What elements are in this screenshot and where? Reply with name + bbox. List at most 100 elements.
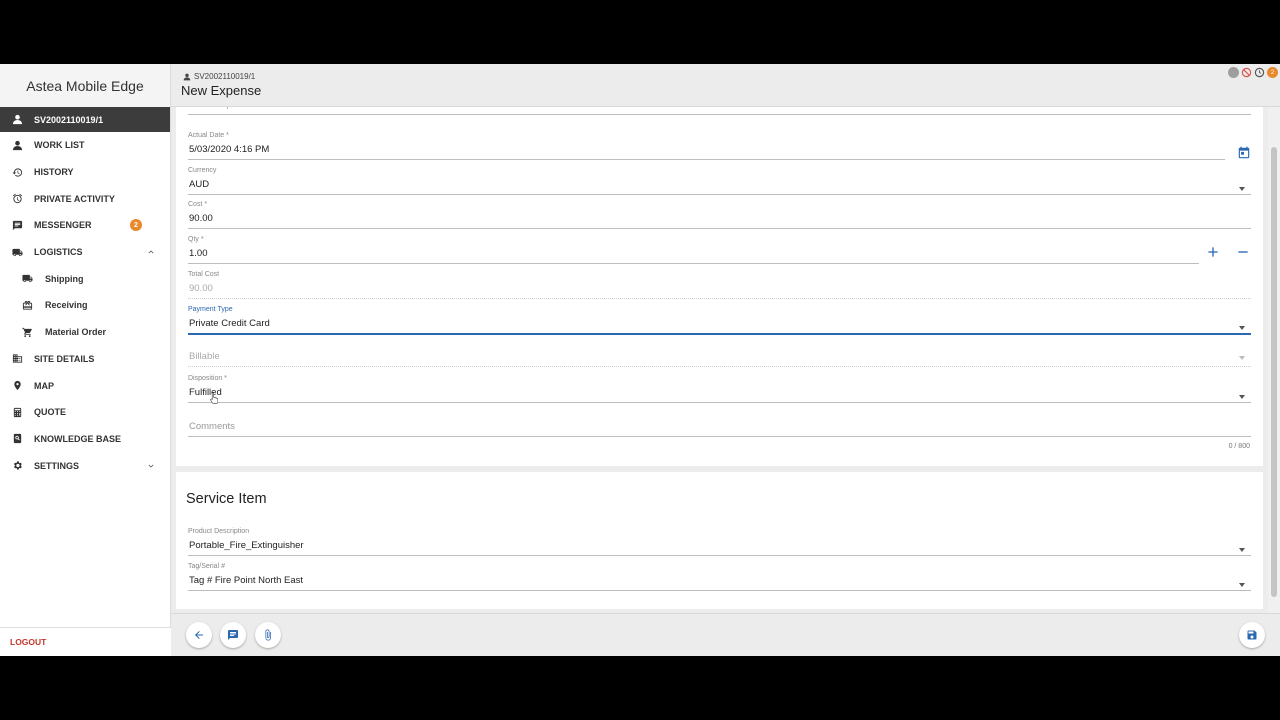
currency-select[interactable]: AUD — [188, 179, 1251, 195]
actual-date-input[interactable]: 5/03/2020 4:16 PM — [188, 144, 1225, 160]
brand-title: Astea Mobile Edge — [0, 64, 170, 107]
product-description-select[interactable]: Portable_Fire_Extinguisher — [188, 540, 1251, 556]
dropdown-caret-icon — [1239, 395, 1245, 399]
sidebar-item-private-activity[interactable]: PRIVATE ACTIVITY — [0, 185, 170, 212]
sidebar-item-current-job[interactable]: SV2002110019/1 — [0, 107, 170, 132]
sidebar-item-label: MAP — [34, 380, 54, 391]
dropdown-caret-icon — [1239, 356, 1245, 360]
expense-type-field[interactable]: Other Expenses — [188, 107, 1251, 115]
mouse-cursor-icon — [210, 392, 218, 404]
sidebar-item-messenger[interactable]: MESSENGER 2 — [0, 212, 170, 239]
service-item-card: Service Item Product Description Portabl… — [176, 472, 1263, 609]
sidebar-item-label: KNOWLEDGE BASE — [34, 433, 122, 444]
dropdown-caret-icon — [1239, 187, 1245, 191]
sidebar: Astea Mobile Edge SV2002110019/1 WORK LI… — [0, 64, 171, 656]
sidebar-item-label: SETTINGS — [34, 460, 80, 471]
messenger-badge: 2 — [130, 219, 142, 232]
sidebar-item-material-order[interactable]: Material Order — [0, 319, 170, 346]
sidebar-item-logistics[interactable]: LOGISTICS — [0, 239, 170, 266]
qty-decrement-button[interactable] — [1233, 242, 1253, 262]
sidebar-item-label: HISTORY — [34, 167, 74, 178]
dropdown-caret-icon — [1239, 326, 1245, 330]
sidebar-item-label: SV2002110019/1 — [34, 114, 104, 125]
section-title: Service Item — [186, 491, 267, 507]
receive-icon — [21, 299, 33, 311]
tag-serial-select[interactable]: Tag # Fire Point North East — [188, 575, 1251, 591]
cost-input[interactable]: 90.00 — [188, 213, 1251, 229]
truck-icon — [21, 273, 33, 285]
sidebar-item-label: Receiving — [45, 300, 88, 311]
expense-card: Other Expenses Actual Date * 5/03/2020 4… — [176, 107, 1263, 466]
currency-label: Currency — [188, 167, 217, 174]
sidebar-item-shipping[interactable]: Shipping — [0, 265, 170, 292]
person-icon — [11, 139, 23, 151]
scrollbar-thumb[interactable] — [1271, 147, 1277, 597]
disposition-select[interactable]: Fulfilled — [188, 387, 1251, 403]
truck-icon — [11, 246, 23, 258]
book-search-icon — [11, 433, 23, 445]
total-cost-value: 90.00 — [188, 283, 1251, 299]
disposition-field[interactable]: Disposition * Fulfilled — [188, 375, 1251, 403]
actual-date-label: Actual Date * — [188, 132, 229, 139]
arrow-back-icon — [195, 631, 203, 639]
qty-field[interactable]: Qty * 1.00 — [188, 236, 1251, 264]
tag-serial-field[interactable]: Tag/Serial # Tag # Fire Point North East — [188, 563, 1251, 591]
building-icon — [11, 353, 23, 365]
paperclip-icon — [265, 629, 271, 641]
clock-icon[interactable] — [1254, 67, 1265, 78]
app-window: Astea Mobile Edge SV2002110019/1 WORK LI… — [0, 64, 1280, 656]
sidebar-item-history[interactable]: HISTORY — [0, 159, 170, 186]
sidebar-item-label: PRIVATE ACTIVITY — [34, 193, 115, 204]
sidebar-item-label: Shipping — [45, 273, 84, 284]
message-icon — [11, 219, 23, 231]
dropdown-caret-icon — [1239, 583, 1245, 587]
qty-input[interactable]: 1.00 — [188, 248, 1199, 264]
product-description-field[interactable]: Product Description Portable_Fire_Exting… — [188, 528, 1251, 556]
total-cost-field: Total Cost 90.00 — [188, 271, 1251, 299]
billable-field[interactable]: Billable — [188, 351, 1251, 367]
logout-button[interactable]: LOGOUT — [0, 627, 171, 656]
sidebar-item-map[interactable]: MAP — [0, 372, 170, 399]
connection-status-icon[interactable] — [1228, 67, 1239, 78]
calendar-icon[interactable] — [1237, 146, 1251, 160]
actual-date-field[interactable]: Actual Date * 5/03/2020 4:16 PM — [188, 132, 1251, 160]
person-icon — [11, 114, 23, 126]
cost-field[interactable]: Cost * 90.00 — [188, 201, 1251, 229]
chevron-up-icon[interactable] — [146, 247, 156, 257]
sidebar-item-settings[interactable]: SETTINGS — [0, 452, 170, 479]
billable-select[interactable]: Billable — [188, 351, 1251, 367]
page-title: New Expense — [181, 83, 262, 98]
sidebar-item-quote[interactable]: QUOTE — [0, 399, 170, 426]
person-icon — [183, 73, 191, 80]
page-header: SV2002110019/1 New Expense 2 — [171, 64, 1280, 107]
notification-badge[interactable]: 2 — [1267, 67, 1278, 78]
vertical-scrollbar[interactable] — [1268, 107, 1280, 613]
sidebar-item-work-list[interactable]: WORK LIST — [0, 132, 170, 159]
history-icon — [11, 166, 23, 178]
payment-type-field[interactable]: Payment Type Private Credit Card — [188, 306, 1251, 335]
sidebar-item-receiving[interactable]: Receiving — [0, 292, 170, 319]
expense-type-value[interactable]: Other Expenses — [188, 107, 1251, 115]
chevron-down-icon[interactable] — [146, 461, 156, 471]
payment-type-select[interactable]: Private Credit Card — [188, 318, 1251, 335]
comments-input[interactable]: Comments — [188, 421, 1251, 437]
payment-type-label: Payment Type — [188, 306, 233, 313]
attach-button[interactable] — [255, 622, 281, 648]
qty-increment-button[interactable] — [1203, 242, 1223, 262]
save-button[interactable] — [1239, 622, 1265, 648]
sidebar-item-knowledge-base[interactable]: KNOWLEDGE BASE — [0, 426, 170, 453]
message-icon — [228, 630, 238, 640]
comments-counter: 0 / 800 — [1228, 443, 1250, 450]
sync-off-icon[interactable] — [1241, 67, 1252, 78]
disposition-label: Disposition * — [188, 375, 227, 382]
status-icons: 2 — [1228, 67, 1278, 78]
currency-field[interactable]: Currency AUD — [188, 167, 1251, 195]
map-pin-icon — [11, 380, 23, 392]
comments-field[interactable]: Comments — [188, 421, 1251, 437]
form-scroll-area[interactable]: Other Expenses Actual Date * 5/03/2020 4… — [171, 107, 1266, 613]
sidebar-item-site-details[interactable]: SITE DETAILS — [0, 346, 170, 373]
back-button[interactable] — [186, 622, 212, 648]
cost-label: Cost * — [188, 201, 208, 208]
footer-toolbar — [171, 613, 1280, 656]
notes-button[interactable] — [220, 622, 246, 648]
